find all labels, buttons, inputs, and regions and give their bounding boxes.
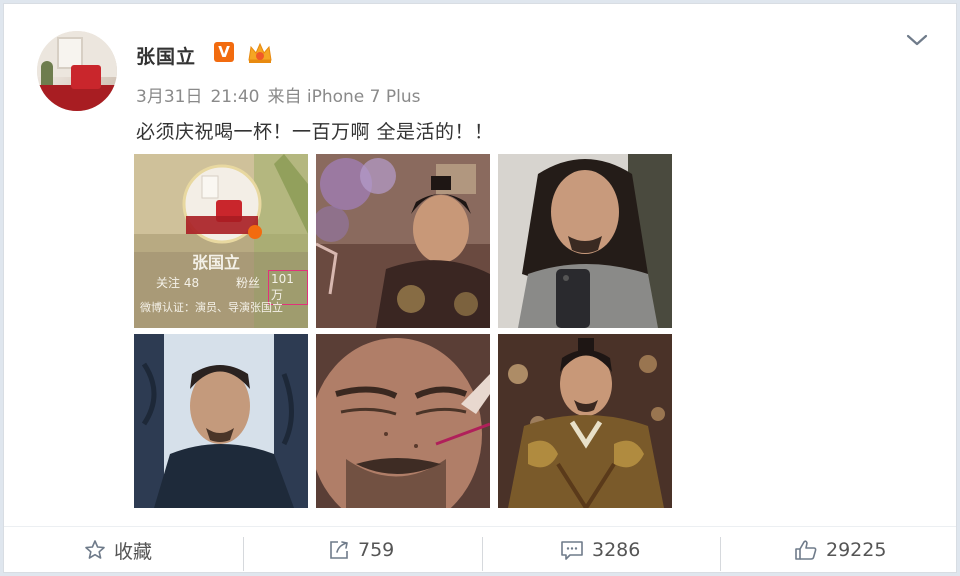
repost-count: 759 [358, 539, 395, 561]
photo-1[interactable]: 张国立 关注 48 粉丝 101万 微博认证：演员、导演张国立 [134, 154, 308, 328]
photo-5[interactable] [316, 334, 490, 508]
comment-icon [561, 541, 583, 560]
like-count: 29225 [826, 539, 887, 561]
star-icon [85, 540, 105, 559]
share-icon [330, 541, 348, 559]
verified-badge-icon: V [214, 42, 234, 62]
post-time[interactable]: 21:40 [210, 87, 259, 107]
divider [720, 537, 721, 571]
photo-3[interactable] [498, 154, 672, 328]
post-source: 来自 iPhone 7 Plus [267, 87, 421, 107]
makeup-closeup-photo [316, 334, 490, 508]
costume-actor-photo [316, 154, 490, 328]
photo-4[interactable] [134, 334, 308, 508]
divider [243, 537, 244, 571]
chevron-down-icon[interactable] [906, 32, 928, 48]
favorite-label: 收藏 [114, 540, 153, 563]
comment-count: 3286 [592, 539, 641, 561]
divider [482, 537, 483, 571]
overlay-bio: 微博认证：演员、导演张国立 [140, 301, 283, 314]
photo-6[interactable] [498, 334, 672, 508]
action-bar: 收藏 759 3286 29225 [4, 526, 956, 573]
thumbs-up-icon [795, 540, 817, 560]
repost-button[interactable]: 759 [328, 537, 394, 563]
overlay-follow: 关注 48 [156, 276, 200, 290]
vip-crown-icon [248, 42, 272, 63]
portrait-photo [134, 334, 308, 508]
emperor-costume-photo [498, 334, 672, 508]
post-meta: 3月31日 21:40 来自 iPhone 7 Plus [136, 82, 428, 107]
weibo-post-card: 张国立 V 3月31日 21:40 来自 iPhone 7 Plus 必须庆祝喝一杯… [3, 3, 957, 573]
long-hair-selfie-photo [498, 154, 672, 328]
comment-button[interactable]: 3286 [560, 537, 640, 563]
overlay-name: 张国立 [192, 253, 241, 272]
post-date[interactable]: 3月31日 [136, 87, 202, 107]
post-text: 必须庆祝喝一杯！一百万啊 全是活的！！ [136, 121, 494, 143]
like-button[interactable]: 29225 [794, 537, 886, 563]
photo-grid: 张国立 关注 48 粉丝 101万 微博认证：演员、导演张国立 [134, 154, 672, 508]
avatar[interactable] [37, 31, 117, 111]
photo-2[interactable] [316, 154, 490, 328]
favorite-button[interactable]: 收藏 [84, 537, 152, 563]
overlay-fans-label: 粉丝 [236, 276, 261, 290]
username[interactable]: 张国立 [136, 42, 196, 69]
